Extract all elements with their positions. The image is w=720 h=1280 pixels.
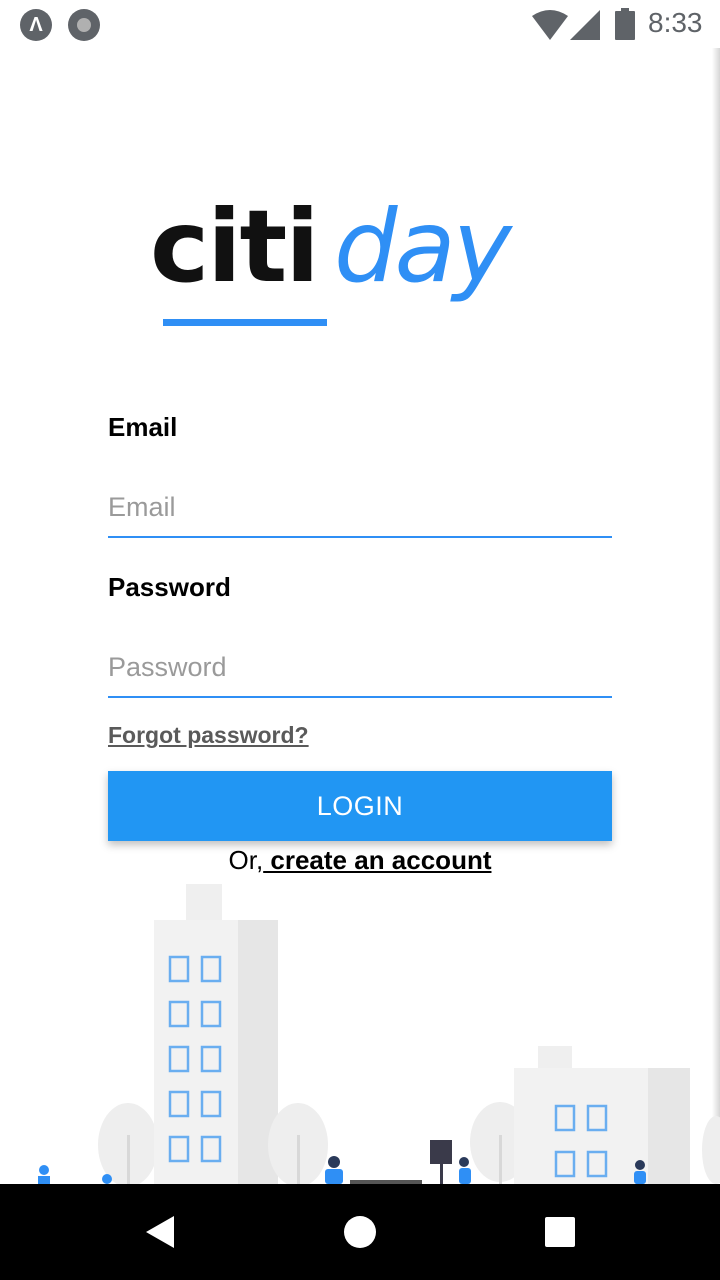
tree-middle: [268, 1103, 328, 1184]
city-illustration: [38, 884, 720, 1184]
status-bar: Λ 8:33: [0, 0, 720, 48]
signup-line: Or, create an account: [0, 845, 720, 876]
create-account-link[interactable]: create an account: [263, 845, 491, 875]
signpost: [430, 1140, 452, 1184]
battery-icon: [615, 8, 635, 40]
recents-icon[interactable]: [536, 1208, 584, 1256]
status-time: 8:33: [648, 7, 703, 38]
password-label: Password: [108, 572, 231, 602]
record-icon: [68, 9, 100, 41]
password-input[interactable]: [108, 638, 612, 698]
email-label: Email: [108, 412, 178, 442]
email-input[interactable]: [108, 478, 612, 538]
login-button[interactable]: LOGIN: [108, 771, 612, 841]
expo-icon: Λ: [20, 9, 52, 41]
login-screen: Λ 8:33 citi day Email Password Forgot pa…: [0, 0, 720, 1280]
logo-text-day: day: [334, 188, 512, 305]
app-logo: citi day: [150, 192, 570, 332]
back-icon[interactable]: [136, 1208, 184, 1256]
forgot-password-link[interactable]: Forgot password?: [108, 722, 309, 749]
logo-underline: [163, 319, 327, 326]
short-building: [514, 1046, 690, 1184]
tall-building: [154, 884, 278, 1184]
home-icon[interactable]: [336, 1208, 384, 1256]
tree-left: [98, 1103, 158, 1184]
signup-prefix: Or,: [228, 845, 264, 875]
navigation-bar: [0, 1184, 720, 1280]
wifi-icon: [532, 10, 568, 40]
logo-text-citi: citi: [150, 188, 320, 305]
tree-far-right: [702, 1116, 720, 1184]
signal-icon: [570, 10, 600, 40]
